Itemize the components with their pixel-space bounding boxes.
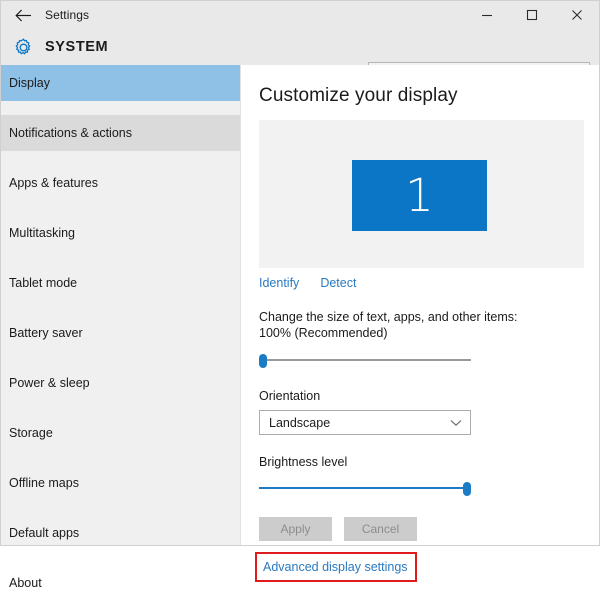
brightness-label: Brightness level bbox=[259, 455, 599, 469]
sidebar-item-label: Notifications & actions bbox=[9, 126, 132, 140]
orientation-select[interactable]: Landscape bbox=[259, 410, 471, 435]
sidebar-item-label: Offline maps bbox=[9, 476, 79, 490]
page-title: Customize your display bbox=[259, 85, 599, 107]
sidebar-item-label: Storage bbox=[9, 426, 53, 440]
identify-link[interactable]: Identify bbox=[259, 276, 299, 290]
apply-button[interactable]: Apply bbox=[259, 517, 332, 541]
sidebar-item-label: Power & sleep bbox=[9, 376, 90, 390]
brightness-slider-fill bbox=[259, 487, 467, 489]
display-action-links: Identify Detect bbox=[259, 276, 599, 290]
sidebar-item-label: Apps & features bbox=[9, 176, 98, 190]
monitor-tile-1[interactable]: 1 bbox=[352, 160, 487, 231]
maximize-icon[interactable] bbox=[509, 1, 554, 29]
sidebar-item-storage[interactable]: Storage bbox=[1, 415, 240, 451]
sidebar-item-offline-maps[interactable]: Offline maps bbox=[1, 465, 240, 501]
window-body: Display Notifications & actions Apps & f… bbox=[1, 65, 599, 545]
sidebar-item-label: Display bbox=[9, 76, 50, 90]
sidebar-nav: Display Notifications & actions Apps & f… bbox=[1, 65, 241, 545]
monitor-number-label: 1 bbox=[405, 173, 434, 218]
sidebar-item-about[interactable]: About bbox=[1, 565, 240, 601]
brightness-slider-thumb[interactable] bbox=[463, 482, 471, 496]
advanced-display-settings-wrap: Advanced display settings bbox=[259, 557, 412, 577]
sidebar-item-label: Multitasking bbox=[9, 226, 75, 240]
sidebar-item-multitasking[interactable]: Multitasking bbox=[1, 215, 240, 251]
sidebar-item-notifications-actions[interactable]: Notifications & actions bbox=[1, 115, 240, 151]
sidebar-item-label: Tablet mode bbox=[9, 276, 77, 290]
scale-slider-track bbox=[259, 359, 471, 361]
orientation-selected-value: Landscape bbox=[260, 416, 330, 430]
scale-label: Change the size of text, apps, and other… bbox=[259, 309, 539, 341]
sidebar-item-label: About bbox=[9, 576, 42, 590]
main-content: Customize your display 1 Identify Detect… bbox=[241, 65, 599, 545]
title-bar: Settings bbox=[1, 1, 599, 29]
settings-window: Settings bbox=[0, 0, 600, 546]
scale-slider-thumb[interactable] bbox=[259, 354, 267, 368]
back-arrow-icon[interactable] bbox=[1, 1, 45, 29]
display-preview-panel: 1 bbox=[259, 120, 584, 268]
sidebar-item-apps-features[interactable]: Apps & features bbox=[1, 165, 240, 201]
chevron-down-icon[interactable] bbox=[450, 419, 462, 427]
sidebar-item-label: Default apps bbox=[9, 526, 79, 540]
advanced-display-settings-link[interactable]: Advanced display settings bbox=[259, 557, 412, 577]
sidebar-item-tablet-mode[interactable]: Tablet mode bbox=[1, 265, 240, 301]
brightness-slider[interactable] bbox=[259, 479, 471, 497]
sidebar-item-power-sleep[interactable]: Power & sleep bbox=[1, 365, 240, 401]
detect-link[interactable]: Detect bbox=[320, 276, 356, 290]
category-header: SYSTEM Find a setting bbox=[1, 29, 599, 65]
sidebar-item-battery-saver[interactable]: Battery saver bbox=[1, 315, 240, 351]
close-icon[interactable] bbox=[554, 1, 599, 29]
action-buttons: Apply Cancel bbox=[259, 517, 599, 541]
sidebar-item-label: Battery saver bbox=[9, 326, 83, 340]
sidebar-item-display[interactable]: Display bbox=[1, 65, 240, 101]
window-title: Settings bbox=[45, 8, 89, 22]
minimize-icon[interactable] bbox=[464, 1, 509, 29]
window-controls bbox=[464, 1, 599, 29]
scale-slider[interactable] bbox=[259, 351, 471, 369]
gear-icon bbox=[1, 37, 45, 58]
page-category-title: SYSTEM bbox=[45, 39, 108, 55]
cancel-button[interactable]: Cancel bbox=[344, 517, 417, 541]
orientation-label: Orientation bbox=[259, 389, 599, 403]
